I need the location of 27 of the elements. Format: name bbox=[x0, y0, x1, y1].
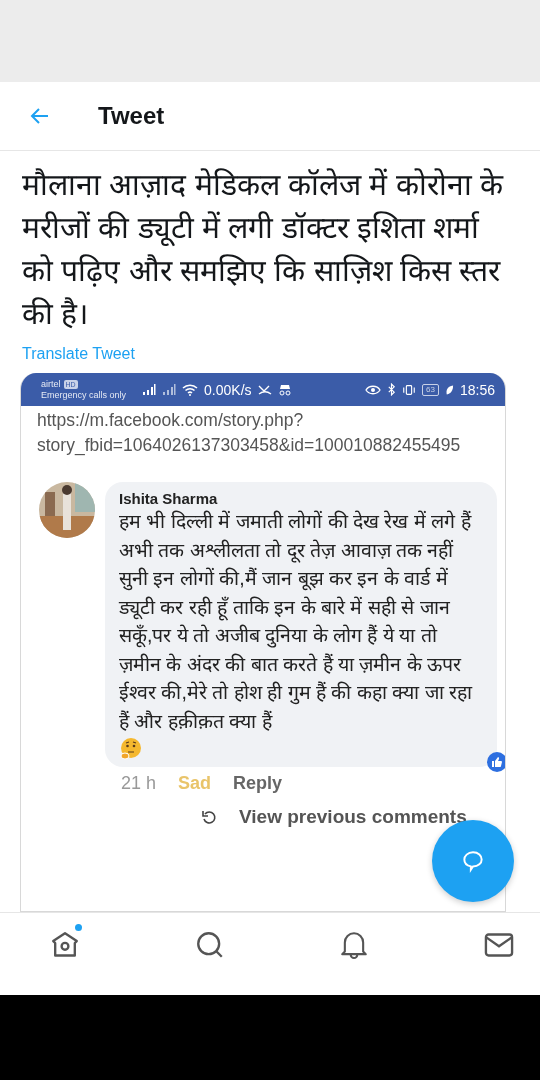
comment-text: हम भी दिल्ली में जमाती लोगों की देख रेख में लगे हैं अभी तक अश्लीलता तो दूर तेज़ आवाज़ तक नहीं सुनी इन लोगों की,मैं जान बूझ कर इन के वार्ड में ड्यूटी कर रही हूँ ताकि इन के बारे में सही से जान सकूँ,पर ये तो अजीब दुनिया के लोग हैं ये या तो ज़मीन के अंदर की बात करते हैं या ज़मीन के ऊपर ईश्वर की,मेरे तो होश ही गुम हैं की कहा क्या जा रहा हैं और हक़ीक़त क्या हैं bbox=[119, 509, 474, 734]
like-badge-icon bbox=[487, 752, 505, 772]
url-text: https://m.facebook.com/story.php?story_fbid=1064026137303458&id=100010882455495 bbox=[37, 409, 462, 458]
battery-indicator: 63 bbox=[422, 383, 439, 396]
bluetooth-icon bbox=[387, 383, 397, 396]
emergency-text: Emergency calls only bbox=[41, 389, 127, 401]
eye-icon bbox=[365, 383, 382, 396]
signal-icon bbox=[142, 383, 157, 396]
signal-icon bbox=[162, 383, 177, 396]
screen-title: Tweet bbox=[98, 102, 165, 130]
carrier-name: airtel bbox=[41, 378, 61, 390]
clock-time: 18:56 bbox=[459, 381, 495, 398]
thinking-face-icon bbox=[119, 737, 143, 761]
refresh-icon bbox=[201, 809, 217, 825]
incognito-icon bbox=[277, 383, 292, 396]
reply-link[interactable]: Reply bbox=[233, 773, 283, 794]
comment-author[interactable]: Ishita Sharma bbox=[119, 490, 218, 507]
network-speed: 0.00K/s bbox=[204, 381, 252, 398]
leaf-icon bbox=[444, 383, 454, 396]
tweet-text: मौलाना आज़ाद मेडिकल कॉलेज में कोरोना के मरीजों की ड्यूटी में लगी डॉक्टर इशिता शर्मा को पढ़िए और समझिए कि साज़िश किस स्तर की है। bbox=[22, 167, 505, 332]
chat-bubble-icon bbox=[460, 848, 486, 874]
missed-call-icon bbox=[257, 383, 272, 396]
wifi-icon bbox=[182, 383, 199, 396]
vibrate-icon bbox=[402, 383, 417, 396]
view-previous-comments-link[interactable]: View previous comments bbox=[201, 806, 505, 828]
translate-link[interactable]: Translate Tweet bbox=[22, 345, 135, 363]
comment-time: 21 h bbox=[121, 773, 157, 794]
